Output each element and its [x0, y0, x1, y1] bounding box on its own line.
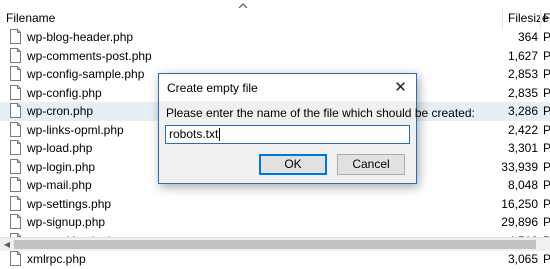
file-row[interactable]: wp-settings.php 16,250 P — [0, 195, 550, 214]
column-header: Filename Filesize F — [0, 7, 550, 29]
file-row[interactable]: wp-blog-header.php 364 P — [0, 28, 550, 47]
dialog-titlebar[interactable]: Create empty file ✕ — [159, 74, 416, 101]
cancel-button[interactable]: Cancel — [337, 154, 405, 175]
create-empty-file-dialog: Create empty file ✕ Please enter the nam… — [158, 73, 475, 184]
column-divider[interactable] — [502, 9, 503, 29]
file-size: 3,065 — [507, 252, 538, 266]
file-type: P — [543, 104, 550, 118]
file-type: P — [543, 122, 550, 137]
scrollbar-thumb[interactable] — [14, 240, 536, 249]
file-type: P — [543, 178, 550, 192]
file-row[interactable]: wp-signup.php 29,896 P — [0, 213, 550, 232]
dialog-title: Create empty file — [167, 81, 258, 95]
ok-button[interactable]: OK — [259, 154, 327, 175]
file-type: P — [543, 215, 550, 229]
column-header-filetype[interactable]: F — [543, 7, 550, 28]
file-type: P — [543, 48, 550, 63]
column-header-filename[interactable]: Filename — [6, 7, 55, 28]
file-type: P — [543, 141, 550, 155]
file-size: 364 — [517, 30, 538, 44]
file-type: P — [543, 67, 550, 81]
file-type: P — [543, 30, 550, 44]
file-size: 1,627 — [507, 48, 538, 63]
file-type: P — [543, 85, 550, 100]
file-row[interactable]: wp-comments-post.php 1,627 P — [0, 47, 550, 66]
filename-input-value: robots.txt — [169, 127, 219, 141]
column-divider[interactable] — [540, 9, 541, 29]
horizontal-scrollbar[interactable]: ◀ — [0, 237, 550, 251]
file-type: P — [543, 159, 550, 174]
close-icon[interactable]: ✕ — [385, 74, 416, 101]
file-type: P — [543, 196, 550, 211]
file-type: P — [543, 252, 550, 266]
file-size: 16,250 — [501, 196, 538, 211]
text-caret — [219, 128, 221, 142]
scroll-left-arrow-icon[interactable]: ◀ — [2, 239, 12, 250]
dialog-prompt: Please enter the name of the file which … — [166, 106, 475, 120]
file-size: 29,896 — [501, 215, 538, 229]
filename-input[interactable]: robots.txt — [165, 125, 410, 144]
file-row[interactable]: xmlrpc.php 3,065 P — [0, 250, 550, 269]
